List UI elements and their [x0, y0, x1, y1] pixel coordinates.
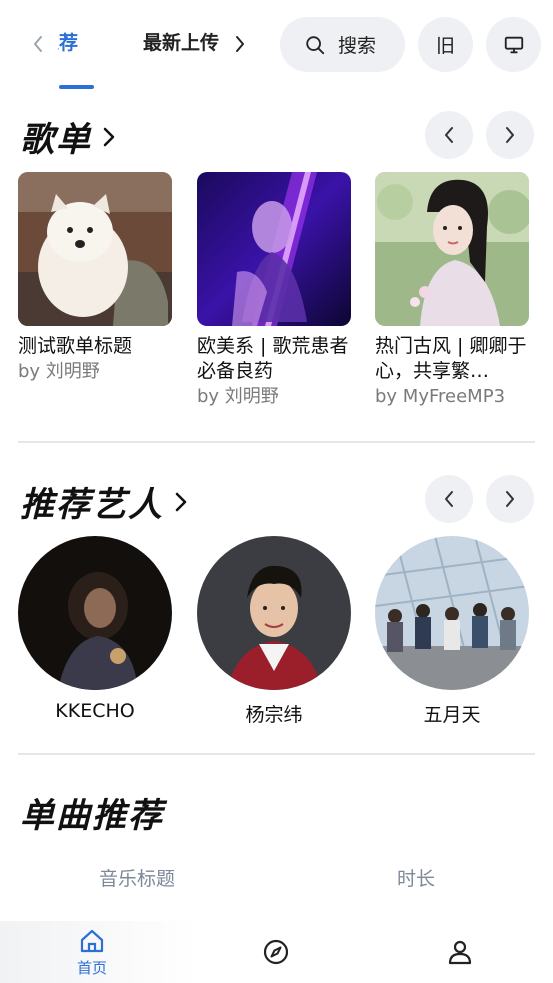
section-divider	[18, 441, 535, 443]
playlist-name[interactable]: 欧美系 | 歌荒患者必备良药	[197, 334, 351, 384]
artists-prev-button[interactable]	[425, 475, 473, 523]
top-bar: 推荐 最新上传 搜索 旧	[0, 0, 553, 92]
artists-section-title[interactable]: 推荐艺人	[20, 477, 188, 526]
playlist-name[interactable]: 热门古风 | 卿卿于心，共享繁…	[375, 334, 529, 384]
artists-next-button[interactable]	[486, 475, 534, 523]
playlist-name[interactable]: 测试歌单标题	[18, 334, 172, 359]
artist-avatar[interactable]	[197, 536, 351, 690]
playlist-author: by 刘明野	[18, 361, 100, 382]
home-icon	[80, 929, 104, 952]
artist-name[interactable]: 杨宗纬	[197, 700, 351, 727]
playlist-author: by MyFreeMP3	[375, 386, 506, 407]
column-header-title: 音乐标题	[99, 868, 176, 890]
artist-name[interactable]: KKECHO	[18, 700, 172, 722]
chevron-right-icon	[506, 127, 514, 143]
section-divider	[18, 753, 535, 755]
playlists-prev-button[interactable]	[425, 111, 473, 159]
active-tab-indicator	[59, 85, 94, 89]
user-icon	[448, 940, 472, 965]
monitor-icon	[504, 36, 523, 53]
artist-avatar[interactable]	[375, 536, 529, 690]
chevron-right-icon	[175, 492, 187, 511]
playlists-title-text: 歌单	[20, 120, 92, 160]
playlists-section-title[interactable]: 歌单	[20, 112, 116, 161]
bottom-navigation: 首页	[0, 921, 553, 983]
nav-profile[interactable]	[400, 921, 520, 983]
playlist-cover-image[interactable]	[375, 172, 529, 326]
playlist-card[interactable]: 欧美系 | 歌荒患者必备良药 by 刘明野	[197, 172, 351, 409]
nav-discover[interactable]	[216, 921, 336, 983]
artist-card[interactable]: KKECHO	[18, 536, 172, 722]
search-icon	[306, 35, 325, 54]
tab-recommend-clip: 推荐	[58, 28, 98, 58]
artists-title-text: 推荐艺人	[20, 485, 164, 525]
playlist-author: by 刘明野	[197, 386, 279, 407]
songs-title-text: 单曲推荐	[20, 796, 164, 836]
old-version-label: 旧	[435, 35, 455, 57]
tab-latest-clip: 最新上传	[143, 28, 223, 58]
songs-section-title: 单曲推荐	[20, 788, 164, 837]
chevron-right-icon	[506, 491, 514, 507]
artist-card[interactable]: 五月天	[375, 536, 529, 727]
desktop-mode-button[interactable]	[486, 17, 541, 72]
tab-recommend[interactable]: 推荐	[58, 28, 78, 55]
nav-home[interactable]: 首页	[32, 921, 152, 983]
search-button[interactable]: 搜索	[280, 17, 405, 72]
chevron-left-icon	[445, 491, 453, 507]
artist-name[interactable]: 五月天	[375, 700, 529, 727]
tabs-scroll-left-icon[interactable]	[30, 30, 46, 58]
playlist-card[interactable]: 测试歌单标题 by 刘明野	[18, 172, 172, 384]
playlist-cover-image[interactable]	[197, 172, 351, 326]
playlist-card[interactable]: 热门古风 | 卿卿于心，共享繁… by MyFreeMP3	[375, 172, 529, 409]
playlists-next-button[interactable]	[486, 111, 534, 159]
artist-card[interactable]: 杨宗纬	[197, 536, 351, 727]
old-version-button[interactable]: 旧	[418, 17, 473, 72]
chevron-left-icon	[445, 127, 453, 143]
tabs-scroll-right-icon[interactable]	[232, 30, 248, 58]
compass-icon	[263, 939, 289, 965]
playlist-cover-image[interactable]	[18, 172, 172, 326]
chevron-right-icon	[103, 127, 115, 146]
search-label: 搜索	[338, 35, 377, 57]
tab-latest-upload[interactable]: 最新上传	[143, 28, 219, 55]
artist-avatar[interactable]	[18, 536, 172, 690]
column-header-duration: 时长	[397, 868, 436, 890]
nav-home-label: 首页	[76, 958, 107, 977]
